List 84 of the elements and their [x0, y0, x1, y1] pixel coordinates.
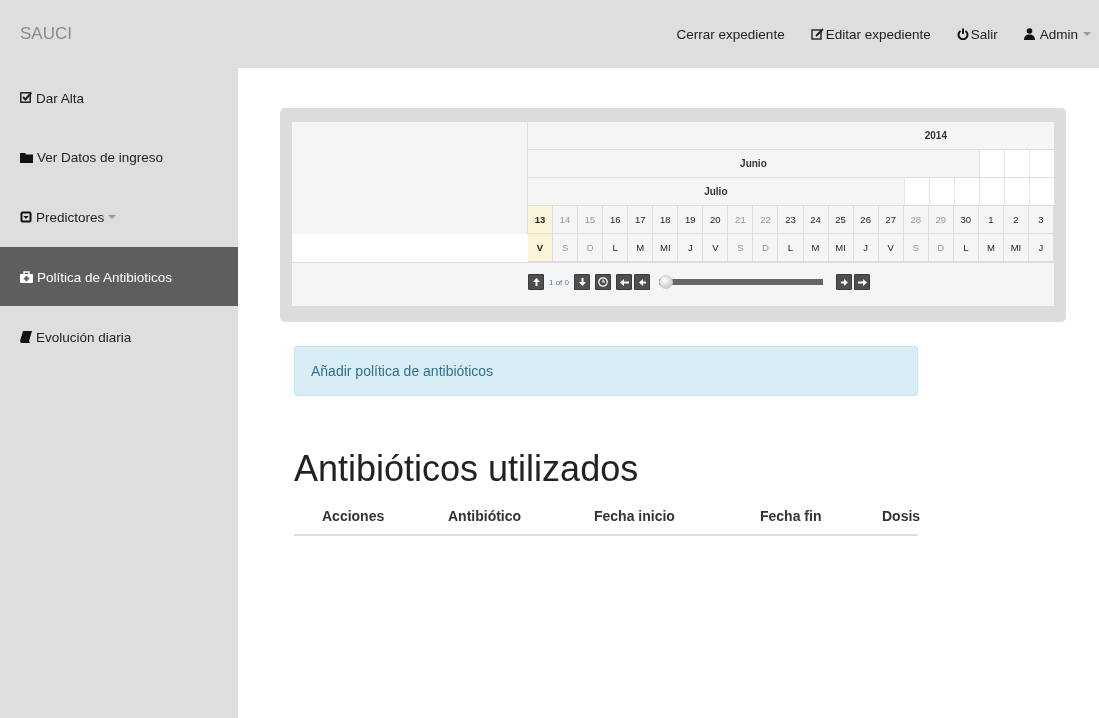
day-cell: 23 — [778, 206, 804, 234]
day-cell: 25 — [828, 206, 854, 234]
weekday-cell: D — [753, 234, 779, 262]
sidebar-item[interactable]: Política de Antibioticos — [0, 247, 238, 306]
day-cell: 3 — [1028, 206, 1054, 234]
weekday-cell: V — [878, 234, 904, 262]
medical-case-icon — [20, 271, 33, 283]
day-cell: 30 — [953, 206, 979, 234]
column-header: Antibiótico — [447, 508, 523, 524]
day-cell: 13 — [528, 206, 554, 234]
day-cell: 18 — [653, 206, 679, 234]
sidebar-item[interactable]: Dar Alta — [0, 68, 238, 126]
sidebar-item[interactable]: Evolución diaria — [0, 307, 238, 366]
weekday-cell: M — [803, 234, 829, 262]
weekday-cell: MI — [653, 234, 679, 262]
next-button[interactable] — [836, 274, 852, 290]
day-cell: 22 — [753, 206, 779, 234]
weekday-cell: M — [628, 234, 654, 262]
arrow-down-icon — [578, 278, 586, 286]
book-icon — [20, 331, 32, 343]
section-heading: Antibióticos utilizados — [294, 448, 640, 490]
column-header: Fecha inicio — [593, 508, 676, 524]
edit-icon — [810, 28, 824, 40]
weekday-cell: V — [703, 234, 729, 262]
sidebar-item[interactable]: Ver Datos de ingreso — [0, 127, 238, 186]
power-icon — [956, 28, 969, 40]
nav-link[interactable]: Cerrar expediente — [663, 26, 798, 42]
up-button[interactable] — [528, 274, 544, 290]
weekday-cell: M — [978, 234, 1004, 262]
day-cell: 29 — [928, 206, 954, 234]
day-cell: 26 — [853, 206, 879, 234]
weekday-cell: MI — [828, 234, 854, 262]
day-cell: 14 — [553, 206, 579, 234]
column-header: Dosis — [881, 508, 921, 524]
weekday-cell: J — [853, 234, 879, 262]
checkbox-icon — [20, 91, 32, 103]
weekday-cell: V — [528, 234, 554, 262]
day-cell: 1 — [978, 206, 1004, 234]
down-button[interactable] — [574, 274, 590, 290]
arrow-right-bar-icon — [857, 278, 867, 286]
clock-icon — [598, 277, 608, 287]
nav-link[interactable]: Admin — [1010, 26, 1095, 42]
day-cell: 27 — [878, 206, 904, 234]
weekday-cell: L — [953, 234, 979, 262]
nav-link[interactable]: Editar expediente — [797, 26, 944, 42]
caret-icon — [108, 214, 117, 220]
weekday-cell: D — [578, 234, 604, 262]
day-cell: 21 — [728, 206, 754, 234]
day-cell: 24 — [803, 206, 829, 234]
weekday-cell: MI — [1003, 234, 1029, 262]
weekday-cell: L — [603, 234, 629, 262]
clock-button[interactable] — [595, 274, 611, 290]
add-policy-alert[interactable]: Añadir política de antibióticos — [294, 346, 918, 396]
day-cell: 16 — [603, 206, 629, 234]
arrow-right-icon — [840, 278, 848, 286]
weekday-cell: D — [928, 234, 954, 262]
user-icon — [1023, 28, 1035, 40]
day-cell: 2 — [1003, 206, 1029, 234]
slider-thumb[interactable] — [659, 275, 673, 289]
day-cell: 20 — [703, 206, 729, 234]
weekday-cell: S — [553, 234, 579, 262]
day-cell: 28 — [903, 206, 929, 234]
arrow-left-bar-icon — [619, 278, 629, 286]
dropdown-box-icon — [20, 211, 32, 223]
column-header: Fecha fin — [759, 508, 823, 524]
previous-button[interactable] — [634, 274, 650, 290]
weekday-cell: L — [778, 234, 804, 262]
weekday-cell: S — [728, 234, 754, 262]
first-button[interactable] — [616, 274, 632, 290]
arrow-up-icon — [532, 278, 540, 286]
day-cell: 15 — [578, 206, 604, 234]
nav-link[interactable]: Salir — [943, 26, 1011, 42]
weekday-cell: J — [678, 234, 704, 262]
caret-icon — [1083, 31, 1091, 37]
weekday-cell: S — [903, 234, 929, 262]
folder-icon — [20, 151, 33, 163]
day-cell: 17 — [628, 206, 654, 234]
sidebar-item[interactable]: Predictores — [0, 187, 238, 246]
day-cell: 19 — [678, 206, 704, 234]
last-button[interactable] — [854, 274, 870, 290]
weekday-cell: J — [1028, 234, 1054, 262]
column-header: Acciones — [321, 508, 386, 524]
page-counter: 1 of 0 — [549, 277, 569, 287]
arrow-left-icon — [638, 278, 646, 286]
